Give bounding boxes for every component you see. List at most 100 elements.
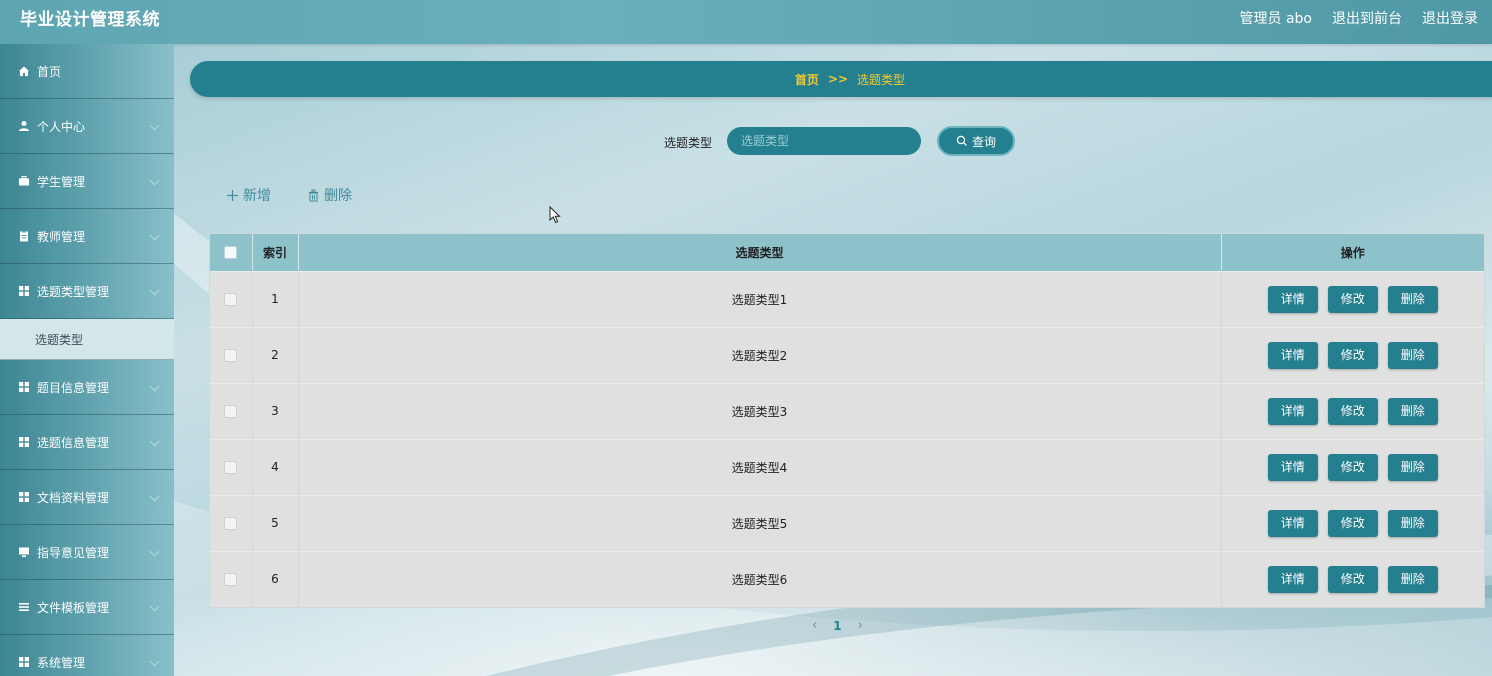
row-actions: 详情 修改 删除 <box>1221 495 1484 551</box>
table-row: 5 选题类型5 详情 修改 删除 <box>210 495 1484 551</box>
row-index: 3 <box>252 383 299 439</box>
breadcrumb-separator: >> <box>827 72 849 86</box>
row-actions: 详情 修改 删除 <box>1221 271 1484 327</box>
batch-delete-button-label: 删除 <box>324 188 352 204</box>
sidebar-item-selection-info-management[interactable]: 选题信息管理 <box>0 415 174 470</box>
delete-button[interactable]: 删除 <box>1387 397 1438 425</box>
topic-type-search-input[interactable] <box>727 127 921 155</box>
row-checkbox[interactable] <box>224 461 238 474</box>
select-all-checkbox[interactable] <box>224 246 238 260</box>
chevron-down-icon <box>149 175 160 186</box>
row-topic-type: 选题类型1 <box>298 271 1222 327</box>
sidebar-item-guidance-management[interactable]: 指导意见管理 <box>0 525 174 580</box>
row-topic-type: 选题类型6 <box>298 551 1222 607</box>
grid-icon <box>18 285 30 297</box>
add-button-label: 新增 <box>243 188 271 204</box>
delete-button[interactable]: 删除 <box>1387 453 1438 481</box>
sidebar-item-label: 题目信息管理 <box>37 380 110 395</box>
topic-type-table: 索引 选题类型 操作 1 选题类型1 详情 修改 删除 2 选题类型2 详情 修改 删除 <box>209 233 1485 608</box>
row-actions: 详情 修改 删除 <box>1221 327 1484 383</box>
row-topic-type: 选题类型4 <box>298 439 1222 495</box>
row-checkbox[interactable] <box>224 349 238 362</box>
row-checkbox[interactable] <box>224 293 238 306</box>
row-checkbox[interactable] <box>224 573 238 587</box>
sidebar-item-label: 首页 <box>37 64 62 79</box>
delete-button[interactable]: 删除 <box>1387 565 1438 593</box>
row-checkbox[interactable] <box>224 405 238 418</box>
row-index: 2 <box>252 327 299 383</box>
row-topic-type: 选题类型3 <box>298 383 1222 439</box>
edit-button[interactable]: 修改 <box>1327 453 1378 481</box>
sidebar-subitem-topic-type[interactable]: 选题类型 <box>0 319 174 360</box>
sidebar-item-topic-type-management[interactable]: 选题类型管理 <box>0 264 174 319</box>
row-checkbox[interactable] <box>224 517 238 530</box>
sidebar-item-label: 学生管理 <box>37 174 86 189</box>
briefcase-icon <box>18 175 30 187</box>
sidebar-item-students[interactable]: 学生管理 <box>0 154 174 209</box>
top-header: 毕业设计管理系统 管理员 abo 退出到前台 退出登录 <box>0 0 1492 44</box>
breadcrumb-home[interactable]: 首页 <box>795 71 819 88</box>
table-row: 2 选题类型2 详情 修改 删除 <box>210 327 1484 383</box>
detail-button[interactable]: 详情 <box>1267 565 1318 593</box>
chevron-down-icon <box>149 546 160 557</box>
sidebar-item-file-template-management[interactable]: 文件模板管理 <box>0 580 174 635</box>
sidebar-item-label: 文件模板管理 <box>37 600 110 615</box>
detail-button[interactable]: 详情 <box>1267 285 1318 313</box>
top-actions: 管理员 abo 退出到前台 退出登录 <box>1240 0 1478 38</box>
sidebar-item-home[interactable]: 首页 <box>0 44 174 99</box>
edit-button[interactable]: 修改 <box>1327 341 1378 369</box>
detail-button[interactable]: 详情 <box>1267 397 1318 425</box>
table-actions: 新增 删除 <box>226 185 352 205</box>
grid-icon <box>18 656 30 668</box>
row-actions: 详情 修改 删除 <box>1221 383 1484 439</box>
app-title: 毕业设计管理系统 <box>20 10 160 30</box>
delete-button[interactable]: 删除 <box>1387 285 1438 313</box>
sidebar-item-label: 文档资料管理 <box>37 490 110 505</box>
column-header-ops: 操作 <box>1340 245 1365 260</box>
sidebar-item-label: 选题类型管理 <box>37 284 110 299</box>
detail-button[interactable]: 详情 <box>1267 341 1318 369</box>
chevron-down-icon <box>149 230 160 241</box>
logout-link[interactable]: 退出登录 <box>1422 0 1478 38</box>
table-header-row: 索引 选题类型 操作 <box>210 234 1484 271</box>
row-index: 5 <box>252 495 299 551</box>
sidebar-item-teachers[interactable]: 教师管理 <box>0 209 174 264</box>
chevron-down-icon <box>149 656 160 667</box>
batch-delete-button[interactable]: 删除 <box>307 185 352 205</box>
search-button[interactable]: 查询 <box>937 126 1015 156</box>
delete-button[interactable]: 删除 <box>1387 509 1438 537</box>
search-button-label: 查询 <box>971 134 996 149</box>
pagination: ‹ 1 › <box>812 618 863 633</box>
admin-username: 管理员 abo <box>1239 11 1312 27</box>
row-actions: 详情 修改 删除 <box>1221 551 1484 607</box>
detail-button[interactable]: 详情 <box>1267 453 1318 481</box>
chevron-down-icon <box>149 491 160 502</box>
edit-button[interactable]: 修改 <box>1327 397 1378 425</box>
edit-button[interactable]: 修改 <box>1327 509 1378 537</box>
breadcrumb: 首页 >> 选题类型 <box>190 61 1492 97</box>
sidebar-item-document-management[interactable]: 文档资料管理 <box>0 470 174 525</box>
add-button[interactable]: 新增 <box>226 185 271 205</box>
row-index: 1 <box>252 271 299 327</box>
next-page-button[interactable]: › <box>858 618 863 633</box>
sidebar-item-system-management[interactable]: 系统管理 <box>0 635 174 676</box>
delete-button[interactable]: 删除 <box>1387 341 1438 369</box>
column-header-index: 索引 <box>252 234 299 271</box>
breadcrumb-current: 选题类型 <box>857 72 906 87</box>
detail-button[interactable]: 详情 <box>1267 509 1318 537</box>
exit-to-front-link[interactable]: 退出到前台 <box>1332 0 1402 38</box>
prev-page-button[interactable]: ‹ <box>812 618 817 633</box>
row-topic-type: 选题类型2 <box>298 327 1222 383</box>
page-number[interactable]: 1 <box>833 619 841 633</box>
search-label: 选题类型 <box>664 136 713 150</box>
plus-icon <box>227 189 238 201</box>
table-row: 3 选题类型3 详情 修改 删除 <box>210 383 1484 439</box>
table-row: 1 选题类型1 详情 修改 删除 <box>210 271 1484 327</box>
grid-icon <box>18 436 30 448</box>
search-icon <box>956 135 967 146</box>
edit-button[interactable]: 修改 <box>1327 565 1378 593</box>
edit-button[interactable]: 修改 <box>1327 285 1378 313</box>
sidebar-item-label: 指导意见管理 <box>37 545 110 560</box>
column-header-type: 选题类型 <box>298 234 1222 271</box>
sidebar-item-topic-info-management[interactable]: 题目信息管理 <box>0 360 174 415</box>
